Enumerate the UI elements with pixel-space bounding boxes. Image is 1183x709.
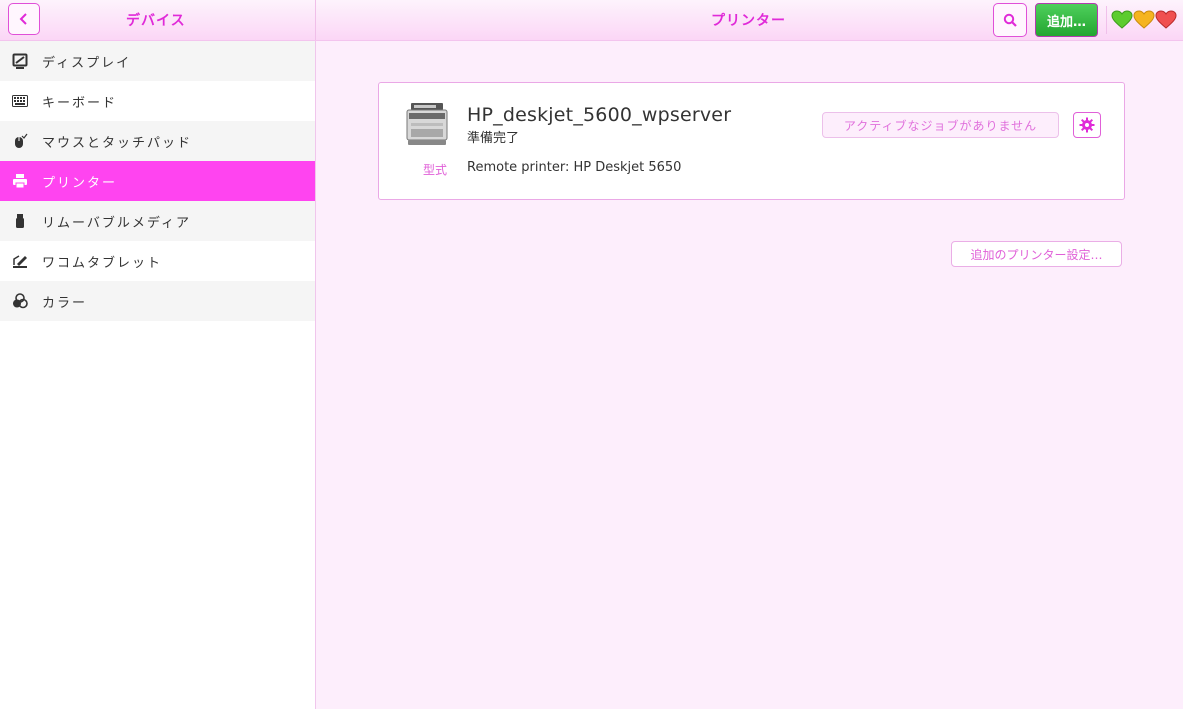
model-label: 型式 [423,163,448,177]
usb-drive-icon [12,213,28,229]
printer-card[interactable]: HP_deskjet_5600_wpserver 準備完了 アクティブなジョブが… [378,82,1125,200]
sidebar-item-display[interactable]: ディスプレイ [0,41,315,81]
printer-status: 準備完了 [467,131,520,146]
sidebar-item-color[interactable]: カラー [0,281,315,321]
sidebar-item-label: マウスとタッチパッド [42,135,193,151]
minimize-heart-icon[interactable] [1111,10,1133,29]
printer-icon [12,173,28,189]
mouse-icon [12,133,28,149]
sidebar-item-removable-media[interactable]: リムーバブルメディア [0,201,315,241]
sidebar-item-label: プリンター [42,175,118,191]
sidebar-item-label: キーボード [42,95,118,111]
page-title: プリンター [711,13,786,29]
search-button[interactable] [993,3,1027,37]
tablet-pen-icon [12,253,28,269]
window-controls [1111,10,1177,29]
header-separator [1106,6,1107,34]
chevron-left-icon [19,13,27,25]
sidebar-item-wacom-tablet[interactable]: ワコムタブレット [0,241,315,281]
search-icon [1003,13,1017,27]
model-value: Remote printer: HP Deskjet 5650 [467,160,682,175]
close-heart-icon[interactable] [1155,10,1177,29]
gear-icon [1079,117,1095,133]
color-icon [12,293,28,309]
display-icon [12,53,28,69]
header-bar: デバイス プリンター 追加… [0,0,1183,41]
sidebar-item-mouse-touchpad[interactable]: マウスとタッチパッド [0,121,315,161]
header-left-title: デバイス [126,13,186,29]
additional-printer-settings-button[interactable]: 追加のプリンター設定… [951,241,1122,267]
header-left-section: デバイス [0,0,316,40]
printer-device-icon [406,103,448,145]
maximize-heart-icon[interactable] [1133,10,1155,29]
sidebar-item-keyboard[interactable]: キーボード [0,81,315,121]
sidebar-item-label: リムーバブルメディア [42,215,191,231]
add-printer-button[interactable]: 追加… [1035,3,1098,37]
sidebar-item-label: カラー [42,295,88,311]
printer-name: HP_deskjet_5600_wpserver [467,104,732,126]
sidebar-item-label: ワコムタブレット [42,255,163,271]
sidebar: ディスプレイ キーボード マウスとタッチパッド プリンター リムーバブルメディア… [0,41,316,709]
active-jobs-button[interactable]: アクティブなジョブがありません [822,112,1059,138]
sidebar-item-printers[interactable]: プリンター [0,161,315,201]
printers-panel: HP_deskjet_5600_wpserver 準備完了 アクティブなジョブが… [316,41,1183,709]
back-button[interactable] [8,3,40,35]
sidebar-item-label: ディスプレイ [42,55,132,71]
printer-settings-button[interactable] [1073,112,1101,138]
keyboard-icon [12,93,28,109]
